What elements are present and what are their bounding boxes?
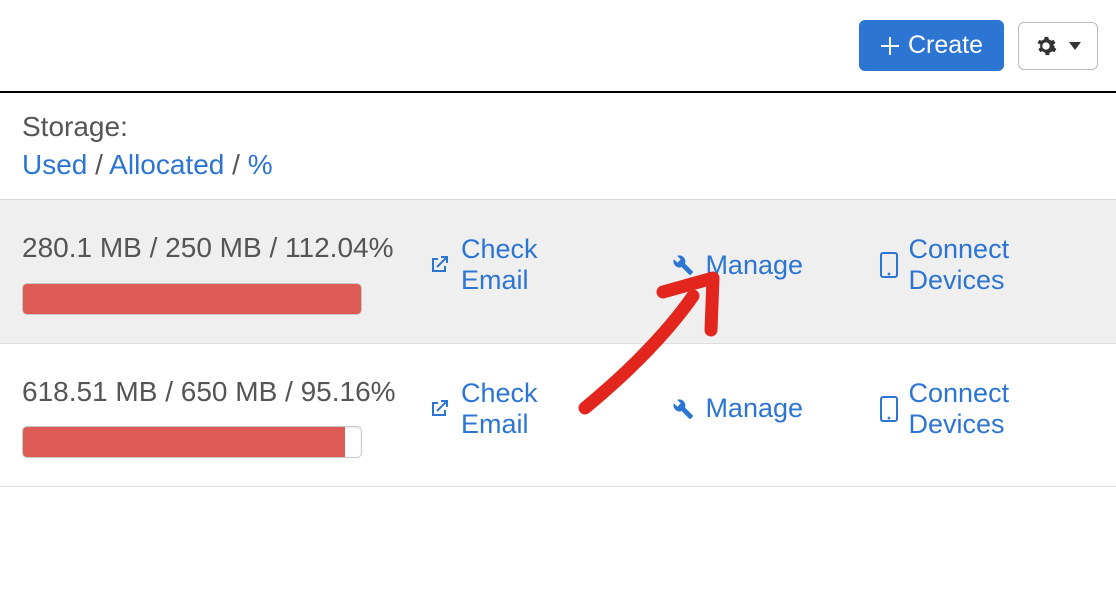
mobile-icon [879, 396, 899, 422]
external-link-icon [427, 253, 451, 277]
external-link-icon [427, 397, 451, 421]
connect-devices-label: Connect Devices [909, 378, 1095, 440]
table-row: 618.51 MB / 650 MB / 95.16% Check Email Ma… [0, 344, 1116, 488]
storage-text: 618.51 MB / 650 MB / 95.16% [22, 372, 427, 413]
storage-progress [22, 426, 362, 458]
check-email-label: Check Email [461, 234, 598, 296]
create-button-label: Create [908, 33, 983, 58]
connect-devices-label: Connect Devices [909, 234, 1095, 296]
manage-label: Manage [705, 250, 803, 281]
top-bar: Create [0, 0, 1116, 93]
column-header-storage: Storage: Used / Allocated / % [0, 93, 1116, 200]
chevron-down-icon [1069, 42, 1081, 50]
sort-used-link[interactable]: Used [22, 149, 87, 180]
sort-allocated-link[interactable]: Allocated [109, 149, 224, 180]
mobile-icon [879, 252, 899, 278]
create-button[interactable]: Create [859, 20, 1004, 71]
manage-link[interactable]: Manage [671, 250, 803, 281]
storage-progress-bar [23, 284, 361, 314]
check-email-link[interactable]: Check Email [427, 234, 598, 296]
storage-rows: 280.1 MB / 250 MB / 112.04% Check Email Ma… [0, 200, 1116, 487]
settings-button[interactable] [1018, 22, 1098, 70]
table-row: 280.1 MB / 250 MB / 112.04% Check Email Ma… [0, 200, 1116, 344]
actions-cell: Check Email Manage Connect Devices [427, 228, 1094, 296]
storage-progress [22, 283, 362, 315]
storage-cell: 618.51 MB / 650 MB / 95.16% [22, 372, 427, 459]
sort-percent-link[interactable]: % [248, 149, 273, 180]
manage-label: Manage [705, 393, 803, 424]
header-sort-links: Used / Allocated / % [22, 149, 1094, 181]
plus-icon [880, 36, 900, 56]
header-title: Storage: [22, 111, 1094, 143]
wrench-icon [671, 397, 695, 421]
storage-progress-bar [23, 427, 345, 457]
check-email-label: Check Email [461, 378, 598, 440]
storage-cell: 280.1 MB / 250 MB / 112.04% [22, 228, 427, 315]
storage-text: 280.1 MB / 250 MB / 112.04% [22, 228, 427, 269]
wrench-icon [671, 253, 695, 277]
gear-icon [1035, 35, 1057, 57]
connect-devices-link[interactable]: Connect Devices [879, 234, 1095, 296]
manage-link[interactable]: Manage [671, 393, 803, 424]
actions-cell: Check Email Manage Connect Devices [427, 372, 1094, 440]
connect-devices-link[interactable]: Connect Devices [879, 378, 1095, 440]
check-email-link[interactable]: Check Email [427, 378, 598, 440]
